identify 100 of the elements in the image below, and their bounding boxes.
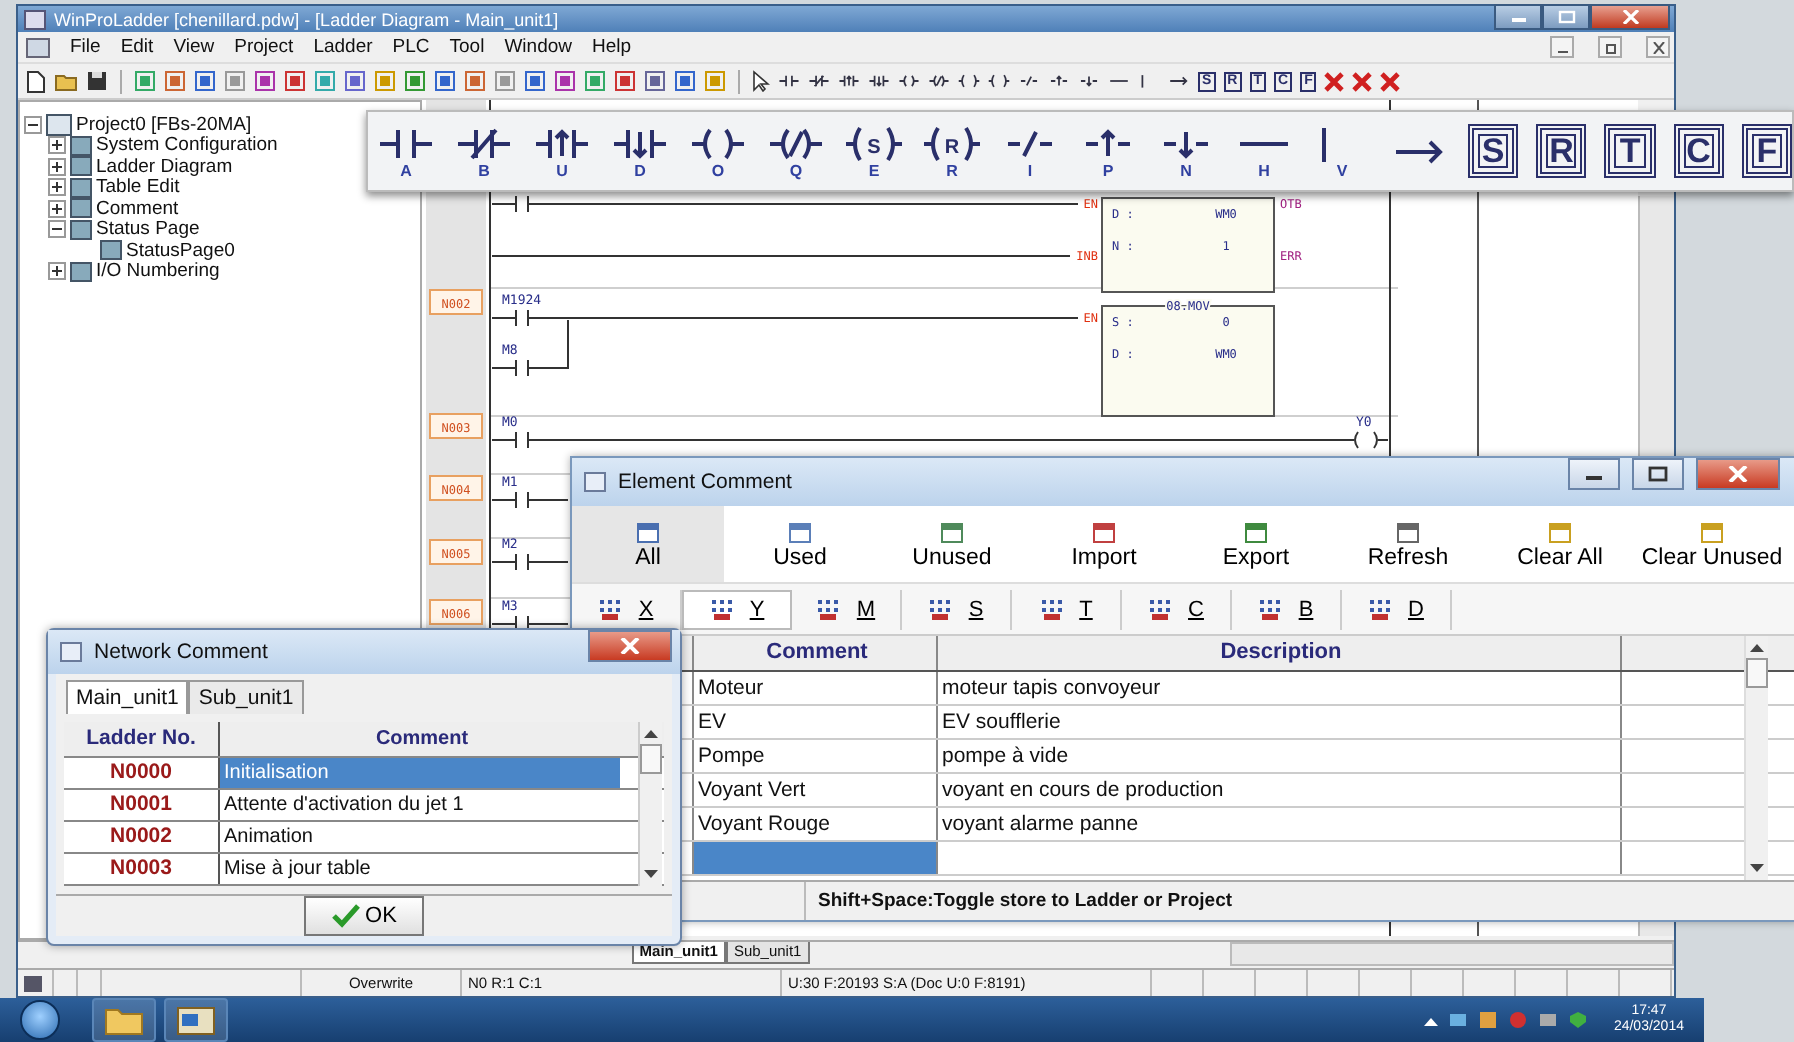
instruction-button[interactable]: S (1468, 124, 1519, 178)
instruction-button[interactable]: F (1741, 124, 1793, 178)
caret-icon[interactable] (1423, 1015, 1438, 1025)
column-header[interactable]: Description (938, 636, 1622, 670)
instruction-button[interactable]: T (1604, 124, 1656, 178)
delete-icon[interactable] (1380, 71, 1401, 91)
tab[interactable]: Main_unit1 (66, 680, 189, 714)
right-arrow-icon[interactable] (1168, 72, 1190, 90)
table-cell[interactable]: Initialisation (220, 758, 620, 788)
menu-item[interactable]: Tool (449, 36, 485, 58)
taskbar-button[interactable] (92, 998, 156, 1042)
start-button[interactable] (20, 1000, 60, 1040)
instruction-button[interactable]: C (1673, 124, 1724, 178)
expander-icon[interactable] (48, 136, 66, 155)
slash-icon[interactable] (1018, 72, 1040, 90)
save-icon[interactable] (86, 70, 108, 92)
new-file-icon[interactable] (26, 69, 46, 93)
device-type-button[interactable]: B (1232, 589, 1342, 629)
tree-item[interactable]: I/O Numbering (48, 261, 220, 282)
device-type-button[interactable]: M (792, 589, 902, 629)
contact-symbol[interactable] (515, 309, 529, 327)
column-header[interactable]: Comment (220, 722, 620, 756)
tool-icon[interactable] (554, 70, 576, 92)
tool-icon[interactable] (614, 70, 636, 92)
up-arrow-icon[interactable] (1048, 72, 1070, 90)
menu-item[interactable]: Edit (120, 36, 154, 58)
close-button[interactable] (1590, 4, 1670, 30)
open-contact-icon[interactable] (778, 72, 800, 90)
device-type-button[interactable]: Y (682, 589, 792, 629)
close-button[interactable] (1646, 36, 1670, 58)
expander-icon[interactable] (48, 178, 66, 197)
tool-icon[interactable] (524, 70, 546, 92)
scroll-thumb[interactable] (640, 744, 662, 774)
menu-item[interactable]: Project (234, 36, 294, 58)
network-icon[interactable] (1447, 1010, 1468, 1030)
tool-icon[interactable] (584, 70, 606, 92)
table-cell[interactable]: Attente d'activation du jet 1 (220, 790, 620, 820)
menu-item[interactable]: PLC (392, 36, 430, 58)
delete-icon[interactable] (1352, 71, 1373, 91)
menu-item[interactable]: File (70, 36, 101, 58)
scroll-down-icon[interactable] (644, 870, 658, 880)
tool-icon[interactable] (134, 70, 156, 92)
restore-button[interactable] (1598, 36, 1622, 58)
device-type-button[interactable]: S (902, 589, 1012, 629)
reset-coil-icon[interactable] (988, 72, 1010, 90)
contact-symbol[interactable] (515, 615, 529, 633)
close-button[interactable] (1696, 458, 1780, 490)
device-type-button[interactable]: C (1122, 589, 1232, 629)
tool-icon[interactable] (434, 70, 456, 92)
tree-item[interactable]: Ladder Diagram (48, 156, 233, 177)
maximize-button[interactable] (1632, 458, 1684, 490)
tree-item[interactable]: Comment (48, 198, 179, 219)
tool-icon[interactable] (254, 70, 276, 92)
expander-icon[interactable] (48, 262, 66, 281)
falling-contact-icon[interactable] (868, 72, 890, 90)
closed-contact-icon[interactable] (808, 72, 830, 90)
toolbar-button[interactable]: All (572, 506, 724, 582)
battery-icon[interactable] (1537, 1010, 1558, 1030)
minimize-button[interactable] (1550, 36, 1574, 58)
tool-icon[interactable] (164, 70, 186, 92)
ok-button[interactable]: OK (304, 896, 424, 936)
maximize-button[interactable] (1542, 4, 1590, 30)
device-type-button[interactable]: D (1342, 589, 1452, 629)
contact-symbol[interactable] (515, 553, 529, 571)
tab[interactable]: Sub_unit1 (188, 680, 304, 714)
expander-icon[interactable] (48, 157, 66, 176)
menu-item[interactable]: Help (592, 36, 632, 58)
minimize-button[interactable] (1494, 4, 1542, 30)
open-folder-icon[interactable] (54, 70, 78, 92)
contact-symbol[interactable] (515, 431, 529, 449)
minimize-button[interactable] (1568, 458, 1620, 490)
tool-icon[interactable] (284, 70, 306, 92)
table-cell[interactable]: Mise à jour table (220, 854, 620, 884)
table-cell[interactable] (694, 842, 938, 874)
pointer-icon[interactable] (752, 70, 770, 92)
tree-item[interactable]: Status Page (48, 219, 200, 240)
tool-icon[interactable] (464, 70, 486, 92)
tool-icon[interactable] (404, 70, 426, 92)
shield-icon[interactable] (1567, 1010, 1588, 1030)
tree-item[interactable]: System Configuration (48, 135, 278, 156)
delete-icon[interactable] (1324, 71, 1345, 91)
tree-item[interactable]: Table Edit (48, 177, 180, 198)
contact-symbol[interactable] (515, 491, 529, 509)
tool-icon[interactable] (674, 70, 696, 92)
inverted-coil-icon[interactable] (928, 72, 950, 90)
set-coil-icon[interactable] (958, 72, 980, 90)
menu-item[interactable]: Ladder (313, 36, 373, 58)
taskbar-button[interactable] (164, 998, 228, 1042)
close-button[interactable] (588, 630, 672, 662)
tree-item[interactable]: StatusPage0 (72, 240, 235, 261)
scroll-down-icon[interactable] (1750, 864, 1764, 874)
coil-icon[interactable] (898, 72, 920, 90)
tool-icon[interactable] (194, 70, 216, 92)
device-type-button[interactable]: T (1012, 589, 1122, 629)
coil-symbol[interactable] (1354, 431, 1378, 449)
down-arrow-icon[interactable] (1078, 72, 1100, 90)
function-block[interactable] (1101, 197, 1275, 293)
scroll-thumb[interactable] (1746, 658, 1768, 688)
expander-icon[interactable] (48, 199, 66, 218)
tool-icon[interactable] (344, 70, 366, 92)
